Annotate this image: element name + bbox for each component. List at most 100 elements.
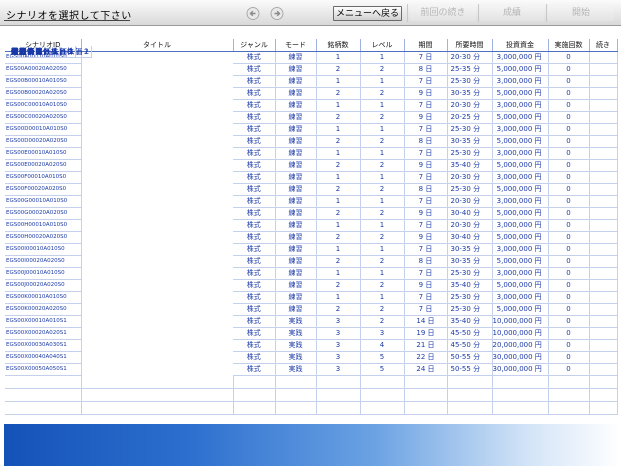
cell-level: 5 (360, 363, 405, 376)
cell-scenario-id: EGS00X00030A030S1 (5, 339, 82, 352)
cell-genre: 株式 (233, 339, 276, 352)
cell-title: 総合５ (11, 46, 36, 58)
cell-stock-count: 2 (316, 255, 361, 268)
table-row[interactable]: EGS00A00020A020S0 業績と株価２ 株式 練習 2 2 8 日 25-35 分5… (5, 46, 618, 76)
cell-stock-count: 2 (316, 231, 361, 244)
cell-mode: 練習 (275, 231, 317, 244)
column-header-investment[interactable]: 投資資金 (492, 39, 549, 52)
table-row[interactable]: EGS00X00030A030S1 総合３ 株式 実践 3 4 21 日 45-50 分 20,… (5, 46, 618, 352)
menu-return-button[interactable]: メニューへ戻る (333, 6, 402, 21)
empty-cell (447, 375, 493, 389)
cell-level: 2 (360, 183, 405, 196)
cell-scenario-id: EGS00K00020A020S0 (5, 303, 82, 316)
table-row[interactable]: EGS00E00010A010S0 財政と株価１ 株式 練習 1 1 7 日 25-30 分3… (5, 46, 618, 160)
empty-table-row (5, 388, 618, 402)
column-header-level[interactable]: レベル (360, 39, 405, 52)
column-header-title[interactable]: タイトル (81, 39, 234, 52)
table-row[interactable]: EGS00B00010A010S0 企業ニュースと株価１ 株式 練習 1 1 7 日 25-3… (5, 46, 618, 88)
cell-genre: 株式 (233, 135, 276, 148)
cell-continue (589, 183, 618, 196)
table-row[interactable]: EGS00F00010A010S0 海外市場と株価１ 株式 練習 1 1 7 日 20-30 … (5, 46, 618, 184)
cell-continue (589, 171, 618, 184)
cell-investment: 10,000,000 円 (492, 327, 549, 340)
cell-play-count: 0 (548, 255, 590, 268)
cell-continue (589, 159, 618, 172)
empty-cell (548, 375, 590, 389)
table-row[interactable]: EGS00J00020A020S0 金利と株価２ 株式 練習 2 2 9 日 35-40 分5… (5, 46, 618, 292)
column-header-play-count[interactable]: 実施回数 (548, 39, 590, 52)
table-row[interactable]: EGS00C00010A010S0 景気と株価１ 株式 練習 1 1 7 日 20-30 分3… (5, 46, 618, 112)
cell-scenario-id: EGS00G00020A020S0 (5, 207, 82, 220)
table-row[interactable]: EGS00X00020A020S1 総合２ 株式 実践 3 3 19 日 45-50 分 10,… (5, 46, 618, 340)
cell-stock-count: 2 (316, 303, 361, 316)
table-row[interactable]: EGS00G00020A020S0 海外情勢と株価２ 株式 練習 2 2 9 日 30-40 … (5, 46, 618, 220)
cell-continue (589, 99, 618, 112)
column-header-continue[interactable]: 続き (589, 39, 618, 52)
table-row[interactable]: EGS00X00010A010S1 総合１ 株式 実践 3 2 14 日 35-40 分 10,… (5, 46, 618, 328)
back-button[interactable] (246, 7, 260, 20)
table-row[interactable]: EGS00D00010A010S0 政治と株価１ 株式 練習 1 1 7 日 25-30 分3… (5, 46, 618, 136)
table-row[interactable]: EGS00J00010A010S0 金利と株価１ 株式 練習 1 1 7 日 25-30 分3… (5, 46, 618, 280)
column-header-duration[interactable]: 所要時間 (447, 39, 493, 52)
cell-period: 8 日 (404, 183, 448, 196)
cell-genre: 株式 (233, 327, 276, 340)
cell-mode: 練習 (275, 111, 317, 124)
cell-investment: 3,000,000 円 (492, 195, 549, 208)
cell-genre: 株式 (233, 195, 276, 208)
table-row[interactable]: EGS00C00020A020S0 景気と株価２ 株式 練習 2 2 9 日 20-25 分5… (5, 46, 618, 124)
cell-duration: 25-30 分 (447, 123, 493, 136)
resume-button[interactable]: 前回の続き (410, 6, 476, 21)
empty-cell (447, 388, 493, 402)
toolbar-separator (478, 4, 479, 22)
table-row[interactable]: EGS00K00010A010S0 需給と株価１ 株式 練習 1 1 7 日 25-30 分3… (5, 46, 618, 304)
cell-scenario-id: EGS00X00050A050S1 (5, 363, 82, 376)
cell-scenario-id: EGS00C00010A010S0 (5, 99, 82, 112)
column-header-mode[interactable]: モード (275, 39, 317, 52)
cell-investment: 5,000,000 円 (492, 63, 549, 76)
cell-play-count: 0 (548, 327, 590, 340)
cell-play-count: 0 (548, 75, 590, 88)
cell-period: 8 日 (404, 135, 448, 148)
table-row[interactable]: EGS00H00020A020S0 外国為替と株価２ 株式 練習 2 2 9 日 30-40 … (5, 46, 618, 244)
cell-genre: 株式 (233, 51, 276, 64)
cell-period: 9 日 (404, 207, 448, 220)
arrow-left-icon (246, 7, 260, 20)
table-row[interactable]: EGS00K00020A020S0 需給と株価２ 株式 練習 2 2 7 日 25-30 分5… (5, 46, 618, 316)
cell-period: 7 日 (404, 147, 448, 160)
cell-genre: 株式 (233, 231, 276, 244)
table-row[interactable]: EGS00F00020A020S0 海外市場と株価２ 株式 練習 2 2 8 日 25-30 … (5, 46, 618, 196)
column-header-stock-count[interactable]: 銘柄数 (316, 39, 361, 52)
table-row[interactable]: EGS00G00010A010S0 海外情勢と株価１ 株式 練習 1 1 7 日 20-30 … (5, 46, 618, 208)
table-row[interactable]: EGS00E00020A020S0 財政と株価２ 株式 練習 2 2 9 日 35-40 分5… (5, 46, 618, 172)
table-row[interactable]: EGS00I00010A010S0 原油価格と株価１ 株式 練習 1 1 7 日 30-35 … (5, 46, 618, 256)
cell-scenario-id: EGS00K00010A010S0 (5, 291, 82, 304)
table-row[interactable]: EGS00I00020A020S0 原油価格と株価２ 株式 練習 2 2 8 日 30-35 … (5, 46, 618, 268)
cell-genre: 株式 (233, 291, 276, 304)
cell-stock-count: 1 (316, 171, 361, 184)
cell-duration: 25-30 分 (447, 183, 493, 196)
cell-scenario-id: EGS00X00010A010S1 (5, 315, 82, 328)
cell-mode: 練習 (275, 255, 317, 268)
cell-stock-count: 2 (316, 183, 361, 196)
table-row[interactable]: EGS00A00010A010S0 業績と株価１ 株式 練習 1 1 7 日 20-30 分3… (5, 46, 618, 64)
cell-level: 2 (360, 87, 405, 100)
cell-genre: 株式 (233, 111, 276, 124)
cell-investment: 5,000,000 円 (492, 279, 549, 292)
table-row[interactable]: EGS00B00020A020S0 企業ニュースと株価２ 株式 練習 2 2 9 日 30-3… (5, 46, 618, 100)
table-row[interactable]: EGS00D00020A020S0 政治と株価２ 株式 練習 2 2 8 日 30-35 分5… (5, 46, 618, 148)
table-row[interactable]: EGS00X00040A040S1 総合４ 株式 実践 3 5 22 日 50-55 分 30,… (5, 46, 618, 364)
cell-period: 19 日 (404, 327, 448, 340)
table-row[interactable]: EGS00X00050A050S1 総合５ 株式 実践 3 5 24 日 50-55 分 30,… (5, 46, 618, 376)
results-button[interactable]: 成績 (480, 6, 544, 21)
cell-mode: 練習 (275, 123, 317, 136)
column-header-genre[interactable]: ジャンル (233, 39, 276, 52)
start-button[interactable]: 開始 (548, 6, 614, 21)
column-header-period[interactable]: 期間 (404, 39, 448, 52)
cell-genre: 株式 (233, 159, 276, 172)
empty-cell (5, 401, 82, 415)
forward-button[interactable] (270, 7, 284, 20)
cell-stock-count: 1 (316, 243, 361, 256)
cell-investment: 3,000,000 円 (492, 291, 549, 304)
cell-investment: 3,000,000 円 (492, 267, 549, 280)
table-row[interactable]: EGS00H00010A010S0 外国為替と株価１ 株式 練習 1 1 7 日 20-30 … (5, 46, 618, 232)
